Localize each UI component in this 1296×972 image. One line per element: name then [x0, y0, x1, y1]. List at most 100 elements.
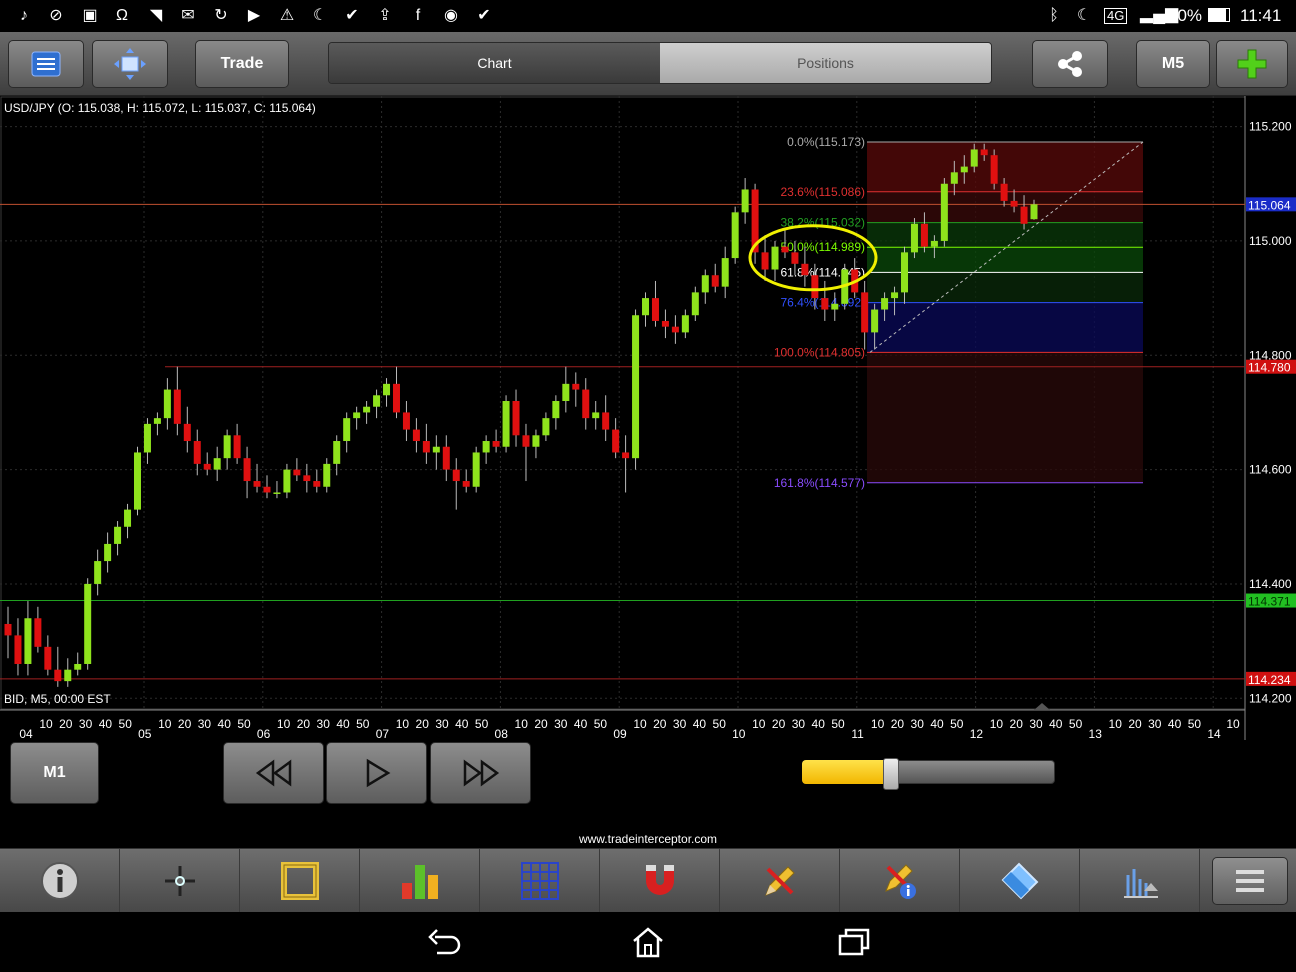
time-axis-minor-label: 30 [1029, 717, 1043, 731]
fast-forward-button[interactable] [430, 742, 531, 804]
time-axis-minor-label: 20 [178, 717, 192, 731]
time-axis-minor-label: 40 [99, 717, 113, 731]
app-root: ♪ ⊘ ▣ Ω ◥ ✉ ↻ ▶ ⚠ ☾ ✔ ⇪ f ◉ ✔ ᛒ ☾ 4G ▂▄▆… [0, 0, 1296, 972]
candle-up [94, 561, 102, 584]
draw-tool[interactable] [720, 849, 840, 913]
candle-down [980, 149, 988, 156]
time-axis-minor-label: 10 [39, 717, 53, 731]
candle-up [24, 618, 32, 664]
time-axis-minor-label: 30 [435, 717, 449, 731]
candle-down [512, 401, 520, 436]
slider-thumb[interactable] [882, 758, 899, 790]
time-axis-minor-label: 40 [1168, 717, 1182, 731]
candle-down [602, 412, 610, 430]
eraser-tool[interactable] [960, 849, 1080, 913]
candle-down [303, 475, 311, 482]
move-button[interactable] [92, 40, 168, 88]
tab-chart[interactable]: Chart [329, 43, 660, 83]
candle-up [213, 458, 221, 470]
chart-type-tool[interactable] [360, 849, 480, 913]
candle-up [681, 315, 689, 333]
candle-down [452, 469, 460, 482]
candle-up [482, 441, 490, 453]
candle-down [173, 389, 181, 424]
back-button[interactable] [424, 924, 464, 960]
fast-forward-icon [463, 759, 499, 787]
time-axis-minor-label: 40 [455, 717, 469, 731]
add-button[interactable] [1216, 40, 1288, 88]
time-axis-minor-label: 50 [713, 717, 727, 731]
candle-down [671, 326, 679, 333]
grid-tool[interactable] [480, 849, 600, 913]
tab-positions[interactable]: Positions [660, 43, 991, 83]
candle-up [562, 383, 570, 401]
time-axis-minor-label: 50 [237, 717, 251, 731]
candle-up [64, 669, 72, 682]
candle-up [114, 526, 122, 544]
time-axis-minor-label: 30 [198, 717, 212, 731]
candle-down [572, 383, 580, 390]
candle-up [153, 418, 161, 424]
candle-up [741, 189, 749, 213]
fib-level-label: 23.6%(115.086) [780, 185, 865, 199]
magnet-icon [645, 865, 674, 895]
play-button[interactable] [326, 742, 427, 804]
fib-zone [867, 352, 1143, 483]
info-tool[interactable] [0, 849, 120, 913]
bar-chart-icon [401, 865, 438, 899]
time-axis-minor-label: 20 [1128, 717, 1142, 731]
candle-down [492, 441, 500, 447]
candle-up [970, 149, 978, 167]
back-icon [428, 929, 461, 955]
candle-up [632, 315, 640, 459]
candle-down [711, 275, 719, 287]
time-axis-day-label: 07 [376, 727, 390, 740]
bid-info: BID, M5, 00:00 EST [4, 692, 111, 706]
draw-info-tool[interactable] [840, 849, 960, 913]
chart-area[interactable]: 115.200 115.000 114.800 114.600 114.400 114.2… [0, 96, 1296, 740]
more-menu-button[interactable] [1212, 857, 1288, 905]
candle-up [84, 583, 92, 664]
candle-down [193, 441, 201, 464]
candle-up [910, 223, 918, 253]
candle-up [701, 275, 709, 293]
time-axis-minor-label: 40 [693, 717, 707, 731]
no-sim-icon: ⊘ [49, 7, 63, 24]
candle-down [253, 481, 261, 487]
info-icon [40, 862, 79, 900]
candle-up [143, 423, 151, 453]
time-axis-minor-label: 30 [79, 717, 93, 731]
drawing-toolbar [0, 848, 1296, 913]
rewind-button[interactable] [223, 742, 324, 804]
home-button[interactable] [628, 924, 668, 960]
speed-slider[interactable] [802, 758, 1055, 790]
list-icon [31, 51, 61, 77]
candle-down [861, 292, 869, 333]
time-axis-minor-label: 40 [218, 717, 232, 731]
m1-timeframe-button[interactable]: M1 [10, 742, 99, 804]
moon-icon: ☾ [1076, 7, 1092, 24]
indicators-tool[interactable] [1080, 849, 1200, 913]
timeframe-button[interactable]: M5 [1136, 40, 1210, 88]
time-axis-minor-label: 50 [475, 717, 489, 731]
trade-button[interactable]: Trade [195, 40, 289, 88]
menu-list-button[interactable] [8, 40, 84, 88]
price-chart[interactable]: 115.200115.000114.800114.600114.400114.2… [0, 96, 1296, 740]
time-axis-minor-label: 20 [653, 717, 667, 731]
price-marker-label: 114.234 [1248, 673, 1291, 687]
fib-level-label: 0.0%(115.173) [787, 135, 865, 149]
share-button[interactable] [1032, 40, 1108, 88]
play-icon [366, 758, 390, 788]
status-bar: ♪ ⊘ ▣ Ω ◥ ✉ ↻ ▶ ⚠ ☾ ✔ ⇪ f ◉ ✔ ᛒ ☾ 4G ▂▄▆… [0, 0, 1296, 32]
recent-apps-button[interactable] [834, 924, 874, 960]
magnet-tool[interactable] [600, 849, 720, 913]
price-marker-label: 114.371 [1248, 595, 1291, 609]
crosshair-tool[interactable] [120, 849, 240, 913]
time-axis-minor-label: 30 [554, 717, 568, 731]
sync-icon: ↻ [214, 7, 228, 24]
time-axis-minor-label: 10 [752, 717, 766, 731]
time-axis-minor-label: 10 [396, 717, 410, 731]
candle-up [1030, 204, 1038, 220]
candle-up [133, 452, 141, 510]
frame-tool[interactable] [240, 849, 360, 913]
